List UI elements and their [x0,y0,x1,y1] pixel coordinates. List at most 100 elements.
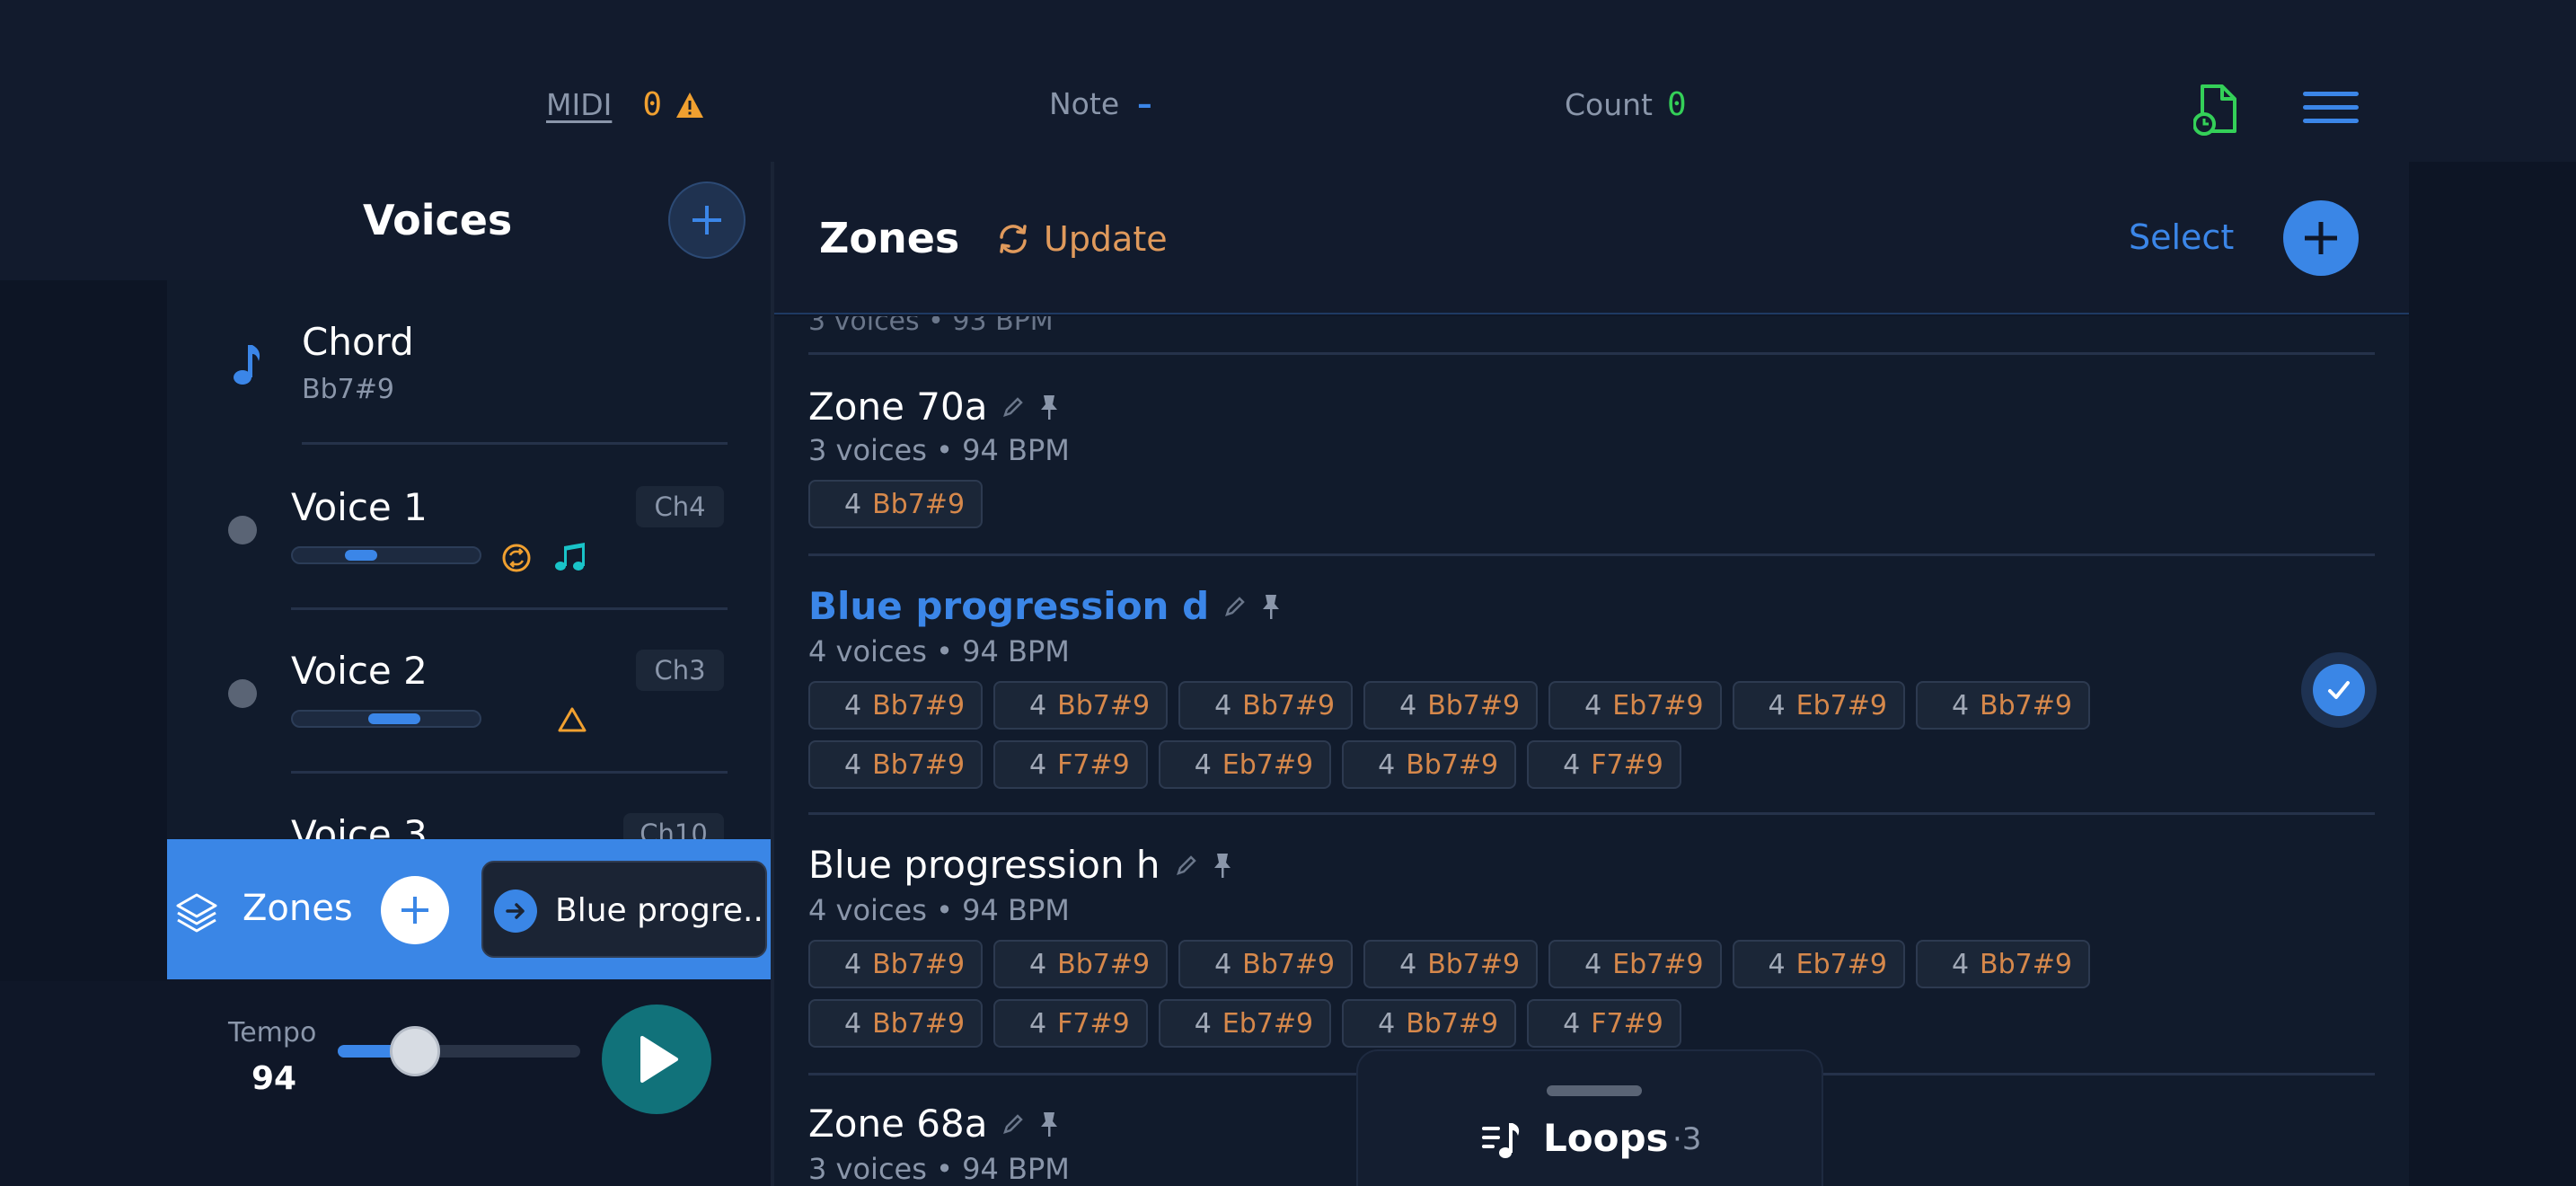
tempo-slider[interactable] [338,1045,580,1058]
chord-chip-name: F7#9 [1057,748,1130,781]
chord-chip-count: 4 [1951,948,1970,980]
voice-2-level-fill [368,713,420,724]
chord-chip-count: 4 [1378,748,1396,781]
chord-chip-count: 4 [844,689,862,721]
voices-panel-gutter [0,280,167,981]
chord-chip[interactable]: 4 Bb7#9 [1363,940,1539,988]
chord-chip[interactable]: 4 Eb7#9 [1158,999,1332,1048]
zone-title[interactable]: Zone 70a [808,385,1061,429]
chord-chip[interactable]: 4 Eb7#9 [1548,940,1722,988]
zone-title[interactable]: Blue progression h [808,843,1234,887]
divider [291,771,728,774]
divider [808,352,2375,355]
chord-chip[interactable]: 4 Bb7#9 [993,681,1169,730]
chord-chip[interactable]: 4 Bb7#9 [1915,681,2090,730]
divider [808,812,2375,815]
tempo-slider-thumb[interactable] [390,1026,441,1076]
add-zone-bar-button[interactable] [381,876,449,944]
status-bar: MIDI 0 Note – Count 0 [0,0,2576,162]
zones-title: Zones [819,214,960,262]
chord-chip[interactable]: 4 Eb7#9 [1732,940,1905,988]
loops-sheet[interactable]: Loops ·3 [1356,1049,1823,1186]
pin-icon[interactable] [1037,1110,1061,1138]
add-voice-button[interactable] [668,181,745,259]
chord-chip[interactable]: 4 Bb7#9 [1363,681,1539,730]
midi-status[interactable]: MIDI 0 [546,86,705,123]
document-clock-icon[interactable] [2193,83,2240,137]
chord-name[interactable]: Chord [302,320,414,364]
chord-chip[interactable]: 4 Eb7#9 [1548,681,1722,730]
zone-title[interactable]: Zone 68a [808,1102,1061,1146]
note-label: Note [1049,86,1120,121]
zone-title[interactable]: Blue progression d [808,584,1283,628]
arrow-right-icon [494,890,537,933]
music-note-icon [234,345,260,385]
chord-chip-name: Eb7#9 [1222,1007,1314,1040]
voices-list[interactable]: Chord Bb7#9 Voice 1 Ch4 Voice 2 Ch3 Voic… [167,280,772,839]
pin-icon[interactable] [1211,851,1234,880]
current-zone-chip[interactable]: Blue progre... [481,861,767,958]
chord-chip-count: 4 [1951,689,1970,721]
pencil-icon[interactable] [1223,595,1247,618]
pin-icon[interactable] [1037,393,1061,421]
voice-2-channel-badge[interactable]: Ch3 [636,650,724,691]
chord-chip[interactable]: 4 Eb7#9 [1732,681,1905,730]
voice-2-status-dot [228,679,257,708]
update-button[interactable]: Update [995,219,1168,259]
voice-3-channel-badge[interactable]: Ch10 [623,813,724,839]
chord-chip-name: Eb7#9 [1612,689,1704,721]
layers-icon[interactable] [174,890,219,934]
chord-chip[interactable]: 4 Bb7#9 [808,999,984,1048]
select-button[interactable]: Select [2129,217,2234,257]
chord-chip-count: 4 [1214,689,1232,721]
chord-chip[interactable]: 4 F7#9 [1527,740,1681,789]
plus-icon [693,206,721,235]
chord-chip[interactable]: 4 Bb7#9 [993,940,1169,988]
play-button[interactable] [602,1005,711,1114]
midi-label[interactable]: MIDI [546,87,612,122]
tempo-label: Tempo [228,1017,317,1049]
chord-chip[interactable]: 4 Bb7#9 [808,740,984,789]
chord-chip[interactable]: 4 Bb7#9 [808,940,984,988]
zone-title-text: Zone 68a [808,1102,988,1146]
selected-checkmark[interactable] [2301,652,2377,728]
pin-icon[interactable] [1259,592,1283,621]
chord-chip-count: 4 [1399,689,1417,721]
zones-bar: Zones Blue progre... [167,839,772,979]
voice-1-name[interactable]: Voice 1 [291,485,428,529]
chord-chip-name: Bb7#9 [1406,748,1499,781]
voice-1-channel-badge[interactable]: Ch4 [636,486,724,527]
chord-chip[interactable]: 4 Bb7#9 [1178,940,1354,988]
voice-2-name[interactable]: Voice 2 [291,649,428,693]
zone-chords: 4 Bb7#9 [808,480,2245,528]
chord-chip-name: Bb7#9 [872,748,966,781]
app-root: MIDI 0 Note – Count 0 Voices Chord Bb7#9… [0,0,2576,1186]
divider [808,553,2375,556]
pencil-icon[interactable] [1001,1112,1025,1136]
chord-chip[interactable]: 4 F7#9 [1527,999,1681,1048]
zone-meta: 4 voices • 94 BPM [808,634,1070,668]
chord-chip[interactable]: 4 Bb7#9 [808,480,984,528]
update-label: Update [1044,219,1168,259]
chord-chip[interactable]: 4 Bb7#9 [1178,681,1354,730]
chord-value: Bb7#9 [302,374,394,405]
chord-chip[interactable]: 4 Bb7#9 [1915,940,2090,988]
hamburger-menu-icon[interactable] [2303,90,2359,126]
chord-chip[interactable]: 4 F7#9 [993,999,1148,1048]
chord-chip[interactable]: 4 Bb7#9 [1342,999,1517,1048]
add-zone-button[interactable] [2283,200,2359,276]
zones-bar-title[interactable]: Zones [243,888,353,929]
chord-chip[interactable]: 4 Eb7#9 [1158,740,1332,789]
chord-chip[interactable]: 4 F7#9 [993,740,1148,789]
pencil-icon[interactable] [1175,854,1198,877]
chord-chip[interactable]: 4 Bb7#9 [808,681,984,730]
pencil-icon[interactable] [1001,395,1025,419]
chord-chip[interactable]: 4 Bb7#9 [1342,740,1517,789]
chord-chip-name: Bb7#9 [1427,689,1521,721]
chord-chip-count: 4 [1029,689,1047,721]
voice-2-level-slider[interactable] [291,710,481,728]
sheet-grabber[interactable] [1547,1085,1642,1096]
chord-chip-name: Bb7#9 [1057,689,1151,721]
voice-1-level-slider[interactable] [291,546,481,564]
voice-3-name[interactable]: Voice 3 [291,812,428,839]
